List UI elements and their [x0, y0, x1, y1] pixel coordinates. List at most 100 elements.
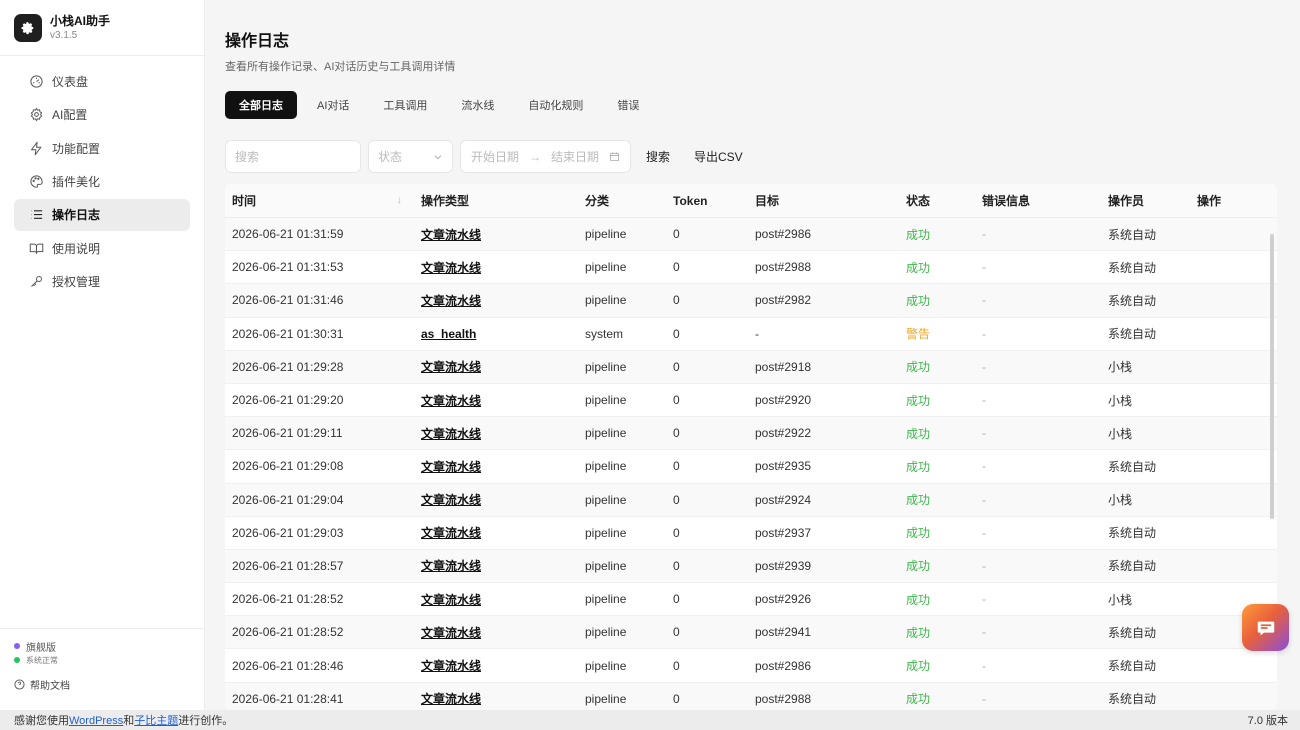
chat-assistant-button[interactable] [1242, 604, 1289, 651]
cell-time-text: 2026-06-21 01:31:53 [232, 260, 344, 275]
end-date-input[interactable]: 结束日期 [551, 148, 599, 165]
table-row[interactable]: 2026-06-21 01:30:31 as_health system 0 - 警告 - 系… [225, 318, 1277, 351]
cell-status-text: 成功 [906, 692, 931, 707]
start-date-input[interactable]: 开始日期 [471, 148, 519, 165]
brand[interactable]: 小栈AI助手 v3.1.5 [0, 0, 204, 56]
cell-token-text: 0 [673, 227, 680, 242]
col-type: 操作类型 [421, 194, 470, 208]
cell-type-link-text[interactable]: 文章流水线 [421, 526, 481, 540]
table-row[interactable]: 2026-06-21 01:29:11 文章流水线 pipeline 0 post#29… [225, 417, 1277, 451]
cell-type-link: 文章流水线 [414, 491, 578, 508]
cell-token: 0 [666, 260, 748, 274]
cell-type-link-text[interactable]: 文章流水线 [421, 460, 481, 474]
search-button[interactable]: 搜索 [646, 148, 670, 165]
cell-status: 成功 [899, 657, 975, 674]
table-row[interactable]: 2026-06-21 01:28:52 文章流水线 pipeline 0 post#29… [225, 616, 1277, 650]
date-range-picker[interactable]: 开始日期 → 结束日期 [460, 140, 631, 173]
help-docs-link[interactable]: 帮助文档 [14, 677, 204, 692]
cell-type-link-text[interactable]: 文章流水线 [421, 394, 481, 408]
table-row[interactable]: 2026-06-21 01:28:46 文章流水线 pipeline 0 post#29… [225, 649, 1277, 683]
tab-ai-chat[interactable]: AI对话 [303, 91, 363, 119]
cell-status: 成功 [899, 624, 975, 641]
cell-type-link-text[interactable]: as_health [421, 327, 476, 341]
cell-type-link-text[interactable]: 文章流水线 [421, 659, 481, 673]
table-row[interactable]: 2026-06-21 01:29:03 文章流水线 pipeline 0 post#29… [225, 517, 1277, 550]
table-row[interactable]: 2026-06-21 01:29:20 文章流水线 pipeline 0 post#29… [225, 384, 1277, 418]
sidebar-nav: 仪表盘 AI配置 功能配置 插件美化 操作日志 使用说明 授权管理 [0, 56, 204, 298]
cell-type-link-text[interactable]: 文章流水线 [421, 360, 481, 374]
cell-category-text: pipeline [585, 525, 627, 540]
cell-status-text: 成功 [906, 493, 931, 508]
sidebar: 小栈AI助手 v3.1.5 仪表盘 AI配置 功能配置 插件美化 操作日志 使用… [0, 0, 205, 710]
cell-type-link-text[interactable]: 文章流水线 [421, 493, 481, 507]
cell-operator-text: 系统自动 [1108, 659, 1157, 674]
sidebar-item-ai-config[interactable]: AI配置 [14, 99, 190, 131]
cell-error: - [975, 227, 1101, 241]
cell-category-text: pipeline [585, 359, 627, 374]
tab-all-logs[interactable]: 全部日志 [225, 91, 297, 119]
cell-token-text: 0 [673, 459, 680, 474]
cell-type-link-text[interactable]: 文章流水线 [421, 228, 481, 242]
table-row[interactable]: 2026-06-21 01:28:52 文章流水线 pipeline 0 post#29… [225, 583, 1277, 617]
cell-target-text: post#2918 [755, 359, 812, 374]
sidebar-item-feature-config[interactable]: 功能配置 [14, 132, 190, 164]
table-row[interactable]: 2026-06-21 01:28:41 文章流水线 pipeline 0 post#29… [225, 682, 1277, 710]
dashboard-icon [28, 73, 44, 89]
cell-type-link: 文章流水线 [414, 392, 578, 409]
cell-type-link-text[interactable]: 文章流水线 [421, 559, 481, 573]
table-row[interactable]: 2026-06-21 01:31:59 文章流水线 pipeline 0 post#29… [225, 218, 1277, 252]
cell-type-link-text[interactable]: 文章流水线 [421, 427, 481, 441]
table-row[interactable]: 2026-06-21 01:29:28 文章流水线 pipeline 0 post#29… [225, 350, 1277, 384]
logo-gear-icon [14, 13, 42, 42]
sidebar-item-plugin-style[interactable]: 插件美化 [14, 166, 190, 198]
footer-version: 7.0 版本 [1247, 715, 1288, 727]
search-placeholder: 搜索 [235, 150, 260, 164]
palette-icon [28, 174, 44, 190]
cell-type-link-text[interactable]: 文章流水线 [421, 593, 481, 607]
table-row[interactable]: 2026-06-21 01:29:04 文章流水线 pipeline 0 post#29… [225, 483, 1277, 517]
cell-target: post#2941 [748, 625, 899, 639]
sort-icon[interactable]: ↓ [397, 194, 403, 206]
cell-type-link-text[interactable]: 文章流水线 [421, 261, 481, 275]
tab-automation-rules[interactable]: 自动化规则 [514, 91, 597, 119]
cell-error: - [975, 692, 1101, 706]
col-time[interactable]: 时间 ↓ [225, 192, 414, 209]
cell-type-link: 文章流水线 [414, 458, 578, 475]
table-scrollbar[interactable] [1270, 234, 1274, 519]
cell-status-text: 成功 [906, 459, 931, 474]
wordpress-link[interactable]: WordPress [69, 715, 123, 727]
table-row[interactable]: 2026-06-21 01:28:57 文章流水线 pipeline 0 post#29… [225, 549, 1277, 584]
cell-category: pipeline [578, 559, 666, 573]
tab-errors[interactable]: 错误 [603, 91, 653, 119]
table-row[interactable]: 2026-06-21 01:29:08 文章流水线 pipeline 0 post#29… [225, 450, 1277, 484]
cell-token-text: 0 [673, 293, 680, 308]
cell-error: - [975, 526, 1101, 540]
sidebar-item-dashboard[interactable]: 仪表盘 [14, 65, 190, 97]
sidebar-item-usage-guide[interactable]: 使用说明 [14, 232, 190, 264]
cell-type-link-text[interactable]: 文章流水线 [421, 692, 481, 706]
cell-operator: 小栈 [1101, 358, 1190, 375]
status-select[interactable]: 状态 [368, 140, 453, 173]
cell-status-text: 成功 [906, 260, 931, 275]
sidebar-item-license[interactable]: 授权管理 [14, 266, 190, 298]
tab-tool-calls[interactable]: 工具调用 [369, 91, 441, 119]
cell-token-text: 0 [673, 260, 680, 275]
cell-status-text: 成功 [906, 659, 931, 674]
cell-type-link-text[interactable]: 文章流水线 [421, 294, 481, 308]
search-input[interactable]: 搜索 [225, 140, 361, 173]
zibll-theme-link[interactable]: 子比主题 [134, 715, 178, 727]
cell-operator-text: 小栈 [1108, 493, 1133, 508]
cell-status: 警告 [899, 325, 975, 342]
cell-token: 0 [666, 227, 748, 241]
export-csv-button[interactable]: 导出CSV [694, 148, 743, 165]
table-row[interactable]: 2026-06-21 01:31:53 文章流水线 pipeline 0 post#29… [225, 251, 1277, 285]
cell-operator: 系统自动 [1101, 325, 1190, 342]
key-icon [28, 274, 44, 290]
cell-type-link-text[interactable]: 文章流水线 [421, 626, 481, 640]
cell-token: 0 [666, 592, 748, 606]
cell-operator-text: 系统自动 [1108, 293, 1157, 308]
tab-pipeline[interactable]: 流水线 [447, 91, 508, 119]
table-row[interactable]: 2026-06-21 01:31:46 文章流水线 pipeline 0 post#29… [225, 284, 1277, 318]
sidebar-item-operation-log[interactable]: 操作日志 [14, 198, 190, 231]
cell-category: pipeline [578, 625, 666, 639]
